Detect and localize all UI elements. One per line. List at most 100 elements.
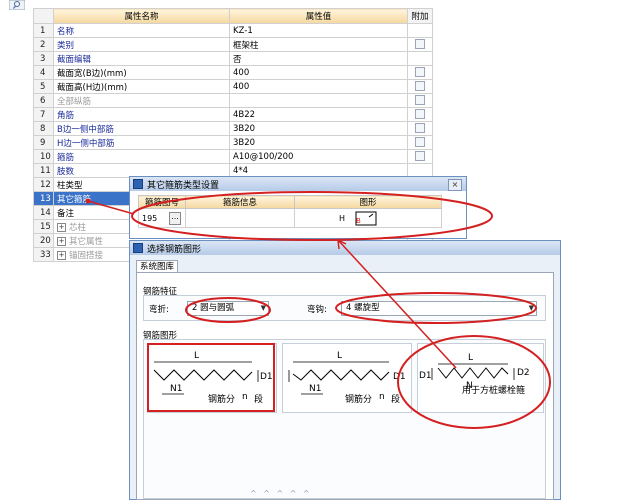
- header-extra[interactable]: 附加: [407, 8, 433, 24]
- property-value[interactable]: 否: [229, 51, 408, 66]
- property-name-label: 名称: [57, 26, 75, 37]
- property-name-label: 柱类型: [57, 180, 83, 191]
- property-name-label: 芯柱: [69, 222, 87, 233]
- close-button[interactable]: ×: [448, 179, 462, 191]
- property-value[interactable]: [229, 93, 408, 108]
- extra-cell: [407, 51, 433, 66]
- property-value[interactable]: 4B22: [229, 107, 408, 122]
- property-name-label: 锚固搭接: [69, 250, 104, 261]
- expand-icon[interactable]: +: [57, 236, 66, 246]
- attach-checkbox[interactable]: [415, 95, 425, 106]
- expand-icon[interactable]: +: [57, 222, 66, 232]
- property-name[interactable]: 箍筋: [53, 149, 230, 164]
- property-name[interactable]: 类别: [53, 37, 230, 52]
- hook-select[interactable]: 4 螺旋型 ▼: [341, 301, 537, 316]
- property-name-label: H边一侧中部筋: [57, 138, 115, 149]
- property-name-label: 截面宽(B边)(mm): [57, 68, 127, 79]
- row-number: 4: [33, 65, 54, 80]
- attach-checkbox[interactable]: [415, 123, 425, 134]
- property-value[interactable]: KZ-1: [229, 23, 408, 38]
- property-value[interactable]: 3B20: [229, 121, 408, 136]
- table-row[interactable]: 1 名称 KZ-1: [33, 23, 433, 38]
- row-number: 7: [33, 107, 54, 122]
- property-value[interactable]: 400: [229, 65, 408, 80]
- rebar-shape-option-1[interactable]: L N1 D1 钢筋分 n 段: [147, 343, 277, 413]
- attach-checkbox[interactable]: [415, 39, 425, 50]
- property-value[interactable]: 3B20: [229, 135, 408, 150]
- left-toolbar: [0, 0, 30, 498]
- bend-select[interactable]: 2 圆与圆弧 ▼: [187, 301, 269, 316]
- header-stirrup-shape: 图形: [294, 195, 442, 209]
- stirrup-num-cell[interactable]: 195 ...: [138, 208, 186, 228]
- attach-checkbox[interactable]: [415, 81, 425, 92]
- shape-label-D1: D1: [419, 371, 432, 381]
- shape-seg: 段: [391, 395, 401, 405]
- attach-checkbox[interactable]: [415, 67, 425, 78]
- table-row[interactable]: 7 角筋 4B22: [33, 107, 433, 122]
- property-name[interactable]: H边一侧中部筋: [53, 135, 230, 150]
- row-number: 8: [33, 121, 54, 136]
- extra-cell: [407, 37, 433, 52]
- ellipsis-button[interactable]: ...: [169, 212, 181, 225]
- header-property-name[interactable]: 属性名称: [53, 8, 230, 24]
- row-number: 2: [33, 37, 54, 52]
- row-number: 11: [33, 163, 54, 178]
- shape-text: 钢筋分: [208, 395, 236, 405]
- shape-text: 钢筋分: [345, 395, 373, 405]
- table-row[interactable]: 9 H边一侧中部筋 3B20: [33, 135, 433, 150]
- table-row[interactable]: 2 类别 框架柱: [33, 37, 433, 52]
- table-row[interactable]: 3 截面编辑 否: [33, 51, 433, 66]
- property-name[interactable]: 全部纵筋: [53, 93, 230, 108]
- extra-cell: [407, 135, 433, 150]
- other-stirrup-type-dialog: 其它箍筋类型设置 × 箍筋图号 箍筋信息 图形 195 ... H B: [129, 176, 467, 239]
- row-number: 3: [33, 51, 54, 66]
- header-stirrup-info: 箍筋信息: [185, 195, 295, 209]
- shape-label-L: L: [337, 351, 343, 361]
- window-icon: [133, 243, 143, 253]
- table-row[interactable]: 10 箍筋 A10@100/200: [33, 149, 433, 164]
- property-value[interactable]: 框架柱: [229, 37, 408, 52]
- chevron-down-icon: ▼: [260, 304, 266, 312]
- rebar-spiral-diagram: [431, 363, 515, 380]
- shape-label-N1: N1: [170, 384, 183, 394]
- shape-letter: H: [339, 214, 346, 223]
- row-number: 12: [33, 177, 54, 192]
- row-number: 9: [33, 135, 54, 150]
- bend-value: 2 圆与圆弧: [192, 303, 235, 313]
- table-row[interactable]: 8 B边一侧中部筋 3B20: [33, 121, 433, 136]
- extra-cell: [407, 121, 433, 136]
- property-value[interactable]: 400: [229, 79, 408, 94]
- property-value[interactable]: A10@100/200: [229, 149, 408, 164]
- search-icon[interactable]: [9, 0, 25, 10]
- property-name[interactable]: B边一侧中部筋: [53, 121, 230, 136]
- property-name-label: 其它箍筋: [57, 194, 92, 205]
- rebar-shape-option-2[interactable]: L N1 D1 钢筋分 n 段: [282, 343, 412, 413]
- property-name[interactable]: 截面宽(B边)(mm): [53, 65, 230, 80]
- table-row[interactable]: 4 截面宽(B边)(mm) 400: [33, 65, 433, 80]
- attach-checkbox[interactable]: [415, 109, 425, 120]
- table-row[interactable]: 5 截面高(H边)(mm) 400: [33, 79, 433, 94]
- stirrup-shape-cell: H B: [294, 208, 442, 228]
- rebar-shape-option-3[interactable]: L N D1 D2 用于方桩螺栓箍: [417, 343, 544, 413]
- dialog-titlebar[interactable]: 其它箍筋类型设置: [130, 177, 466, 191]
- header-property-value[interactable]: 属性值: [229, 8, 408, 24]
- stirrup-table: 箍筋图号 箍筋信息 图形 195 ... H B: [138, 195, 442, 228]
- property-name[interactable]: 截面编辑: [53, 51, 230, 66]
- bend-label: 弯折:: [149, 305, 169, 315]
- attach-checkbox[interactable]: [415, 137, 425, 148]
- property-name[interactable]: 名称: [53, 23, 230, 38]
- property-name-label: 角筋: [57, 110, 75, 121]
- stirrup-info-cell[interactable]: [185, 208, 295, 228]
- shape-label-L: L: [468, 353, 474, 363]
- dialog-titlebar[interactable]: 选择钢筋图形: [130, 241, 560, 255]
- property-name-label: 截面高(H边)(mm): [57, 82, 128, 93]
- dialog-title: 其它箍筋类型设置: [147, 180, 220, 191]
- expand-icon[interactable]: +: [57, 250, 66, 260]
- header-stirrup-num: 箍筋图号: [138, 195, 186, 209]
- row-number: 20: [33, 233, 54, 248]
- attach-checkbox[interactable]: [415, 151, 425, 162]
- table-row[interactable]: 6 全部纵筋: [33, 93, 433, 108]
- property-name[interactable]: 角筋: [53, 107, 230, 122]
- shape-label-N1: N1: [309, 384, 322, 394]
- property-name[interactable]: 截面高(H边)(mm): [53, 79, 230, 94]
